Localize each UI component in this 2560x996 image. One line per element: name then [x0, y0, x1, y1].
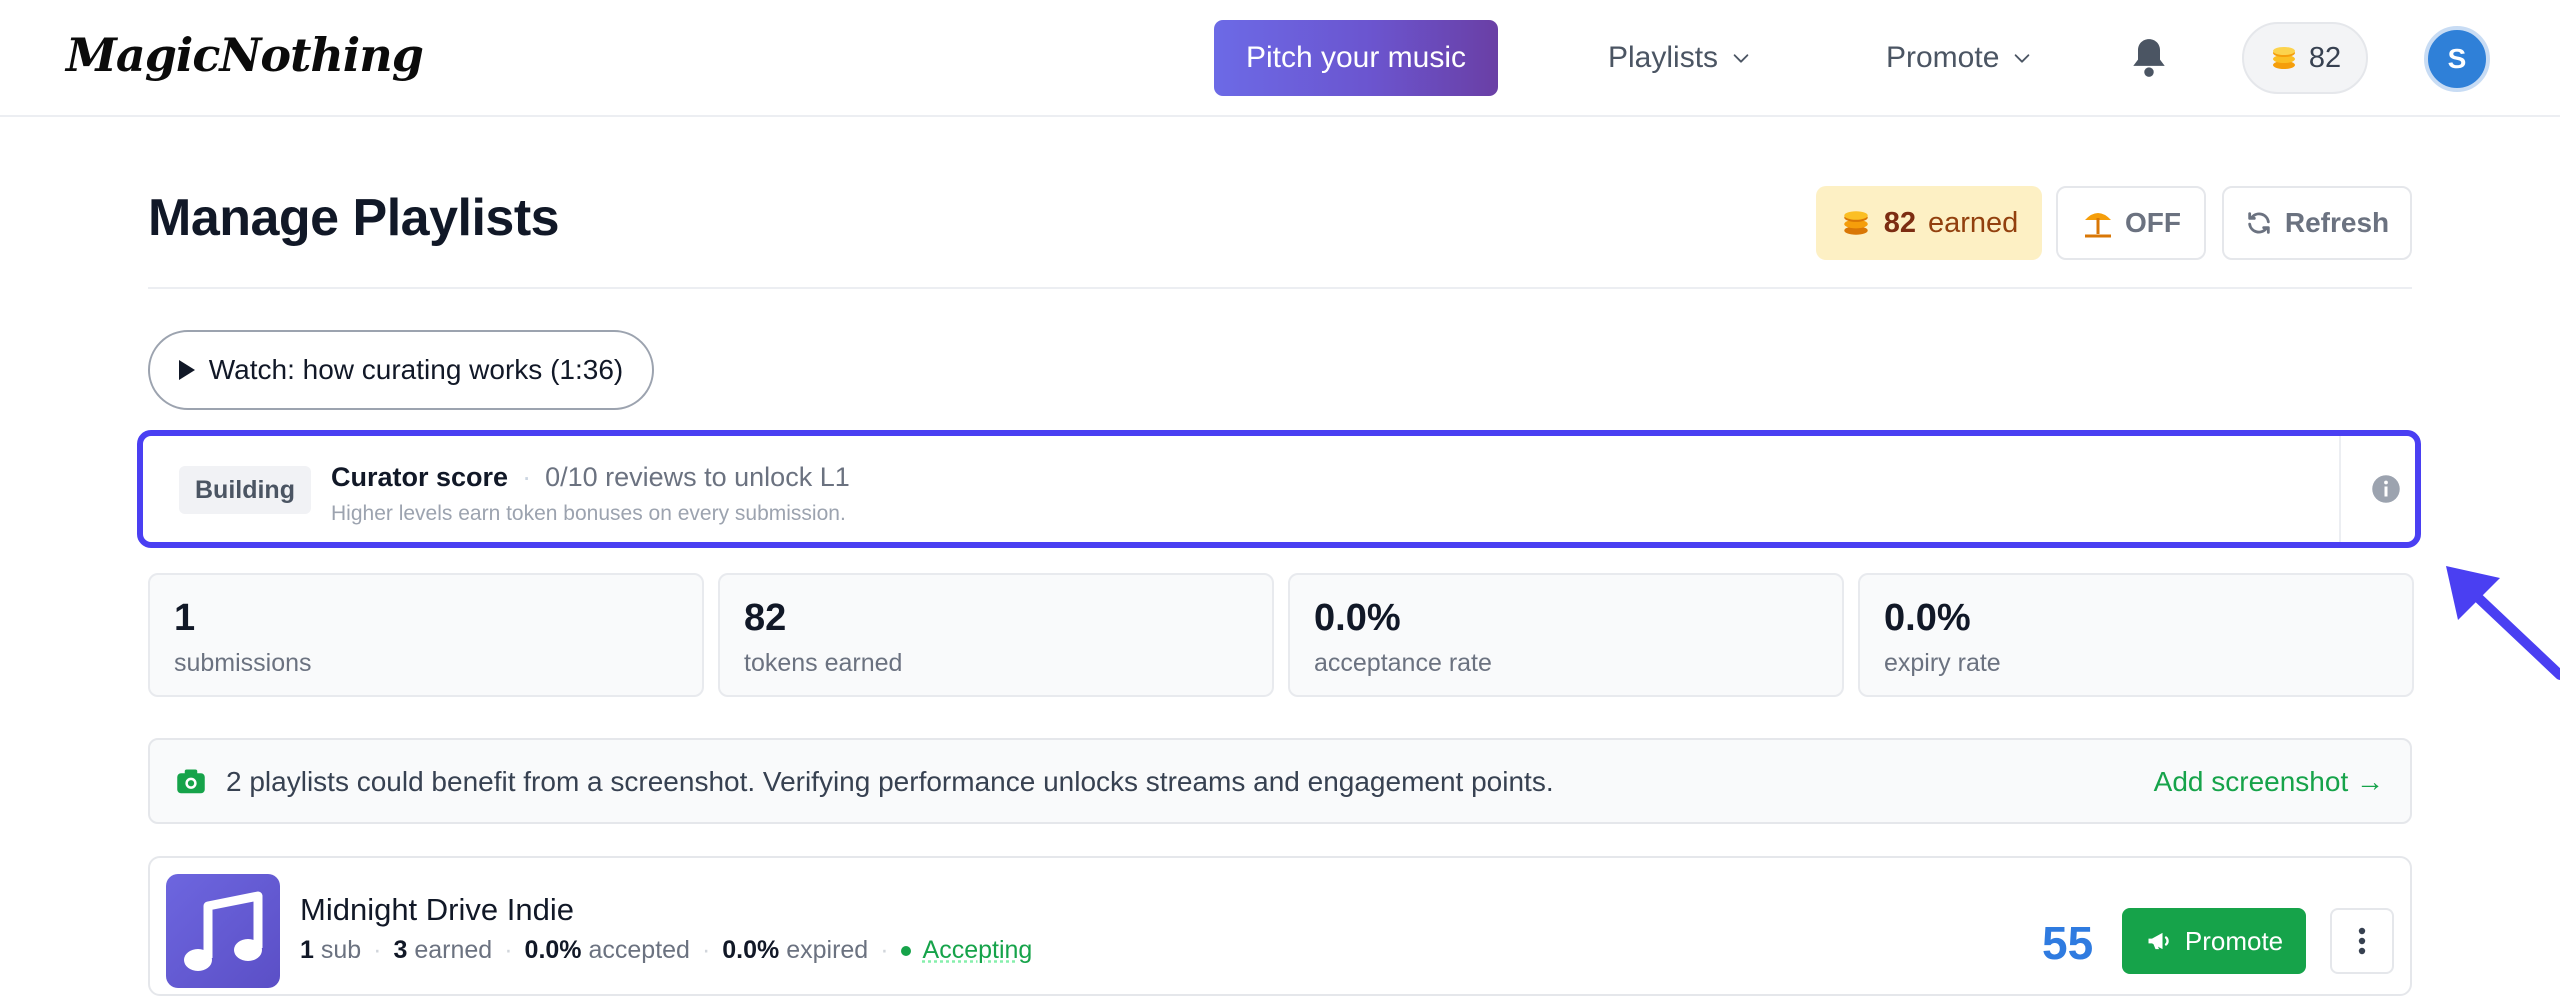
earned-label: earned [1927, 206, 2019, 239]
add-screenshot-link[interactable]: Add screenshot → [2154, 766, 2384, 798]
separator-dot: · [701, 936, 711, 964]
more-options-button[interactable] [2330, 908, 2394, 974]
avatar[interactable]: S [2424, 26, 2490, 92]
divider [2339, 436, 2341, 542]
app-logo[interactable]: MagicNothing [66, 28, 424, 82]
curator-progress: 0/10 reviews to unlock L1 [545, 462, 850, 492]
refresh-icon [2248, 212, 2270, 234]
stat-label: acceptance rate [1314, 649, 1492, 677]
promote-button[interactable]: Promote [2122, 908, 2306, 974]
earned-badge: 82 earned [1816, 186, 2042, 260]
screenshot-notice: 2 playlists could benefit from a screens… [148, 738, 2412, 824]
subs-value: 1 [300, 936, 314, 964]
subs-count: 1 sub [300, 936, 361, 965]
stat-submissions: 1 submissions [148, 573, 704, 697]
watch-video-button[interactable]: Watch: how curating works (1:36) [148, 330, 654, 410]
header-divider [148, 287, 2412, 289]
playlist-row[interactable]: Midnight Drive Indie 1 sub · 3 earned · … [148, 856, 2412, 996]
megaphone-icon [2148, 932, 2169, 950]
accepted-label: accepted [588, 936, 690, 964]
status-dot [900, 945, 911, 956]
subs-label: sub [320, 936, 362, 964]
chevron-down-icon [1733, 54, 1749, 63]
stat-tokens-earned: 82 tokens earned [718, 573, 1274, 697]
kebab-menu-icon [2358, 927, 2366, 955]
stat-label: submissions [174, 649, 312, 677]
earned-value: 82 [1883, 206, 1916, 239]
info-icon[interactable] [2371, 474, 2401, 504]
coins-icon [1843, 211, 1868, 235]
expired-value: 0.0% [722, 936, 780, 964]
refresh-button[interactable]: Refresh [2222, 186, 2412, 260]
page-title: Manage Playlists [148, 189, 560, 247]
separator-dot: · [522, 462, 532, 492]
stat-value: 0.0% [1884, 597, 1971, 639]
token-count: 82 [2308, 41, 2342, 74]
playlist-score: 55 [2042, 917, 2094, 969]
status-badge[interactable]: Accepting [923, 936, 1033, 965]
earned-count: 3 earned [394, 936, 493, 965]
refresh-label: Refresh [2284, 207, 2390, 238]
accepted-value: 0.0% [524, 936, 582, 964]
separator-dot: · [373, 936, 382, 964]
promote-menu[interactable]: Promote [1886, 36, 2033, 80]
accepted-rate: 0.0% accepted [525, 936, 690, 965]
curator-subtitle: Higher levels earn token bonuses on ever… [331, 502, 846, 525]
promote-button-label: Promote [2184, 925, 2284, 956]
curator-level-badge: Building [179, 466, 311, 514]
stat-label: expiry rate [1884, 649, 2001, 677]
playlists-menu[interactable]: Playlists [1608, 36, 1752, 80]
music-note-icon [184, 891, 263, 971]
notice-text: 2 playlists could benefit from a screens… [226, 766, 1554, 797]
pitch-music-button[interactable]: Pitch your music [1214, 20, 1498, 96]
playlist-cover[interactable] [166, 874, 280, 988]
earned-count-value: 3 [393, 936, 408, 964]
stat-value: 1 [174, 597, 196, 639]
pointer-arrow-icon [2446, 566, 2560, 680]
expired-rate: 0.0% expired [722, 936, 868, 965]
curator-score-title: Curator score [331, 462, 509, 492]
stat-value: 82 [744, 597, 787, 639]
playlist-meta: 1 sub · 3 earned · 0.0% accepted · 0.0% … [300, 936, 1032, 965]
bell-icon[interactable] [2130, 36, 2168, 80]
expired-label: expired [786, 936, 869, 964]
chevron-down-icon [2015, 54, 2030, 63]
curator-score-line: Curator score · 0/10 reviews to unlock L… [331, 462, 850, 493]
beach-umbrella-icon [2085, 213, 2111, 238]
playlist-name[interactable]: Midnight Drive Indie [300, 892, 574, 928]
separator-dot: · [880, 936, 889, 964]
earned-count-label: earned [414, 936, 493, 964]
top-nav: MagicNothing Pitch your music Playlists … [0, 0, 2560, 117]
playlists-menu-label: Playlists [1608, 41, 1719, 74]
stat-acceptance-rate: 0.0% acceptance rate [1288, 573, 1844, 697]
separator-dot: · [504, 936, 513, 964]
vacation-toggle[interactable]: OFF [2056, 186, 2206, 260]
watch-video-label: Watch: how curating works (1:36) [208, 354, 624, 385]
curator-score-card: Building Curator score · 0/10 reviews to… [137, 430, 2421, 548]
stat-label: tokens earned [744, 649, 903, 677]
promote-menu-label: Promote [1886, 41, 2000, 74]
coins-icon [2272, 47, 2295, 69]
vacation-toggle-label: OFF [2125, 207, 2181, 238]
stat-expiry-rate: 0.0% expiry rate [1858, 573, 2414, 697]
play-icon [178, 360, 195, 380]
camera-icon [177, 769, 205, 794]
stat-value: 0.0% [1314, 597, 1401, 639]
token-balance[interactable]: 82 [2242, 22, 2368, 94]
